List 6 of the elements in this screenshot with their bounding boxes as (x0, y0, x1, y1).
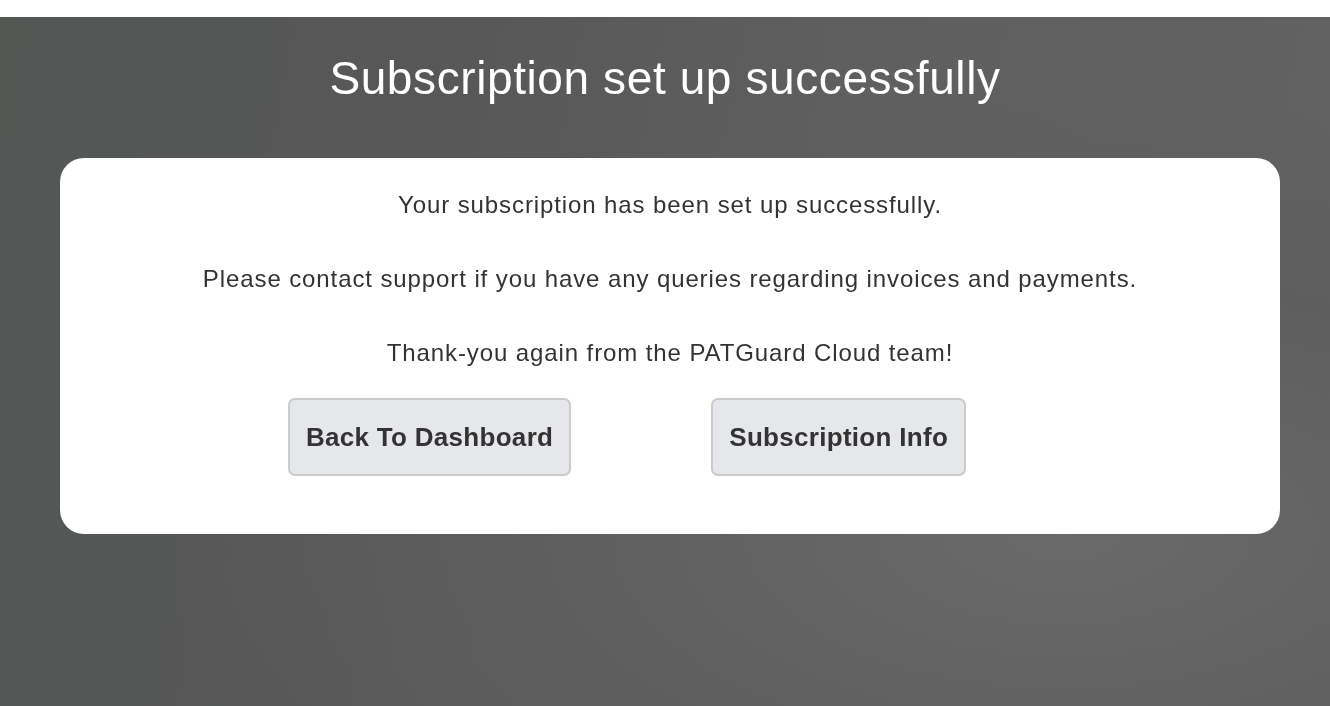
message-text: Thank-you again from the PATGuard Cloud team! (385, 338, 955, 369)
message-text: Your subscription has been set up successfully. (397, 190, 943, 221)
message-text: Please contact support if you have any queries regarding invoices and payments. (201, 264, 1139, 295)
page-title: Subscription set up successfully (328, 51, 1002, 106)
action-button[interactable]: Back To Dashboard (287, 398, 572, 477)
action-button[interactable]: Subscription Info (711, 398, 967, 477)
